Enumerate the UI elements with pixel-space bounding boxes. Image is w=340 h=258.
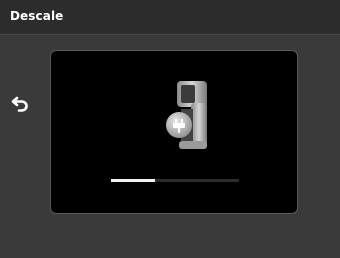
- back-arrow-icon: [11, 96, 28, 112]
- back-button[interactable]: [10, 92, 32, 114]
- descale-screen: Descale: [0, 0, 340, 258]
- progress-fill: [111, 179, 155, 182]
- descale-panel: [50, 50, 298, 214]
- descale-progress-bar: [111, 179, 239, 182]
- title-bar: Descale: [0, 0, 340, 35]
- coffee-machine-descale-icon: [163, 75, 211, 155]
- page-title: Descale: [10, 9, 64, 23]
